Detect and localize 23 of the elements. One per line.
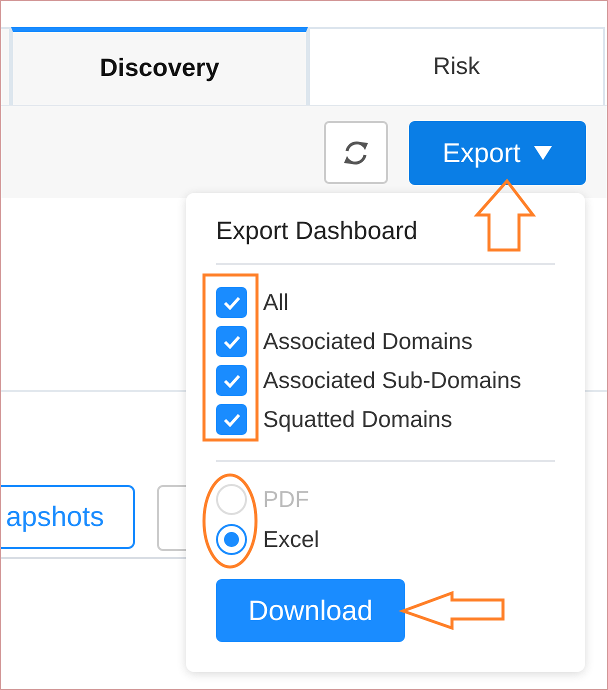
checkbox-label: Associated Sub-Domains — [263, 367, 522, 394]
check-icon — [222, 296, 240, 310]
checkbox-label: Squatted Domains — [263, 406, 452, 433]
radio-button[interactable] — [216, 524, 247, 554]
radio-label: PDF — [263, 486, 309, 512]
checkbox-label: All — [263, 289, 289, 316]
checkbox[interactable] — [216, 365, 247, 396]
check-icon — [222, 334, 240, 348]
check-icon — [222, 412, 240, 426]
download-button[interactable]: Download — [216, 579, 405, 642]
radio-label: Excel — [263, 526, 320, 552]
tab[interactable]: Discovery — [11, 27, 308, 105]
caret-icon — [532, 145, 553, 161]
snapshots-button[interactable]: apshots — [1, 485, 135, 549]
export-button[interactable]: Export — [409, 121, 586, 185]
checkbox[interactable] — [216, 404, 247, 435]
check-icon — [222, 374, 240, 388]
checkbox[interactable] — [216, 326, 247, 357]
refresh-button[interactable] — [324, 121, 388, 184]
tab[interactable]: Risk — [308, 27, 605, 105]
checkbox[interactable] — [216, 287, 247, 318]
checkbox-label: Associated Domains — [263, 328, 473, 355]
menu-title: Export Dashboard — [216, 217, 418, 246]
